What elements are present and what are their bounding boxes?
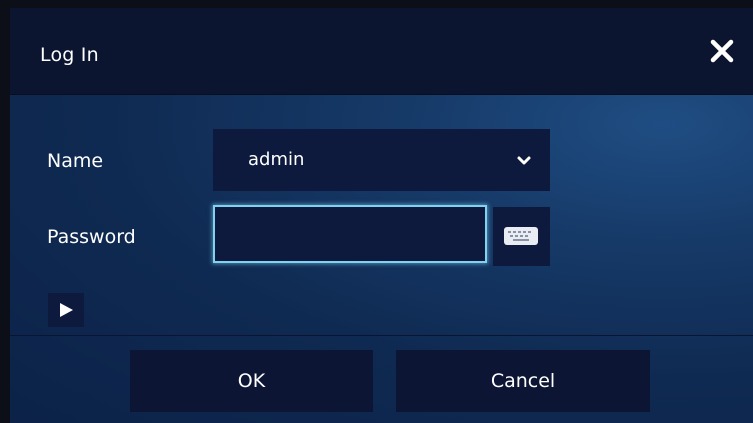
dialog-titlebar: Log In bbox=[10, 8, 753, 95]
name-dropdown[interactable]: admin bbox=[213, 129, 550, 191]
expand-options-button[interactable] bbox=[48, 293, 84, 327]
name-label: Name bbox=[47, 150, 104, 172]
dialog-title: Log In bbox=[40, 44, 99, 66]
keyboard-icon bbox=[504, 227, 538, 245]
password-label: Password bbox=[47, 226, 136, 248]
footer-divider bbox=[10, 335, 753, 336]
chevron-down-icon bbox=[516, 152, 532, 165]
play-triangle-icon bbox=[60, 303, 73, 317]
name-dropdown-value: admin bbox=[248, 149, 305, 170]
password-input[interactable] bbox=[213, 205, 487, 263]
cancel-button[interactable]: Cancel bbox=[396, 350, 650, 412]
close-icon[interactable] bbox=[707, 36, 737, 66]
ok-button[interactable]: OK bbox=[130, 350, 373, 412]
virtual-keyboard-button[interactable] bbox=[493, 207, 550, 266]
login-dialog: Log In Name admin Password OK Cancel bbox=[10, 8, 753, 423]
